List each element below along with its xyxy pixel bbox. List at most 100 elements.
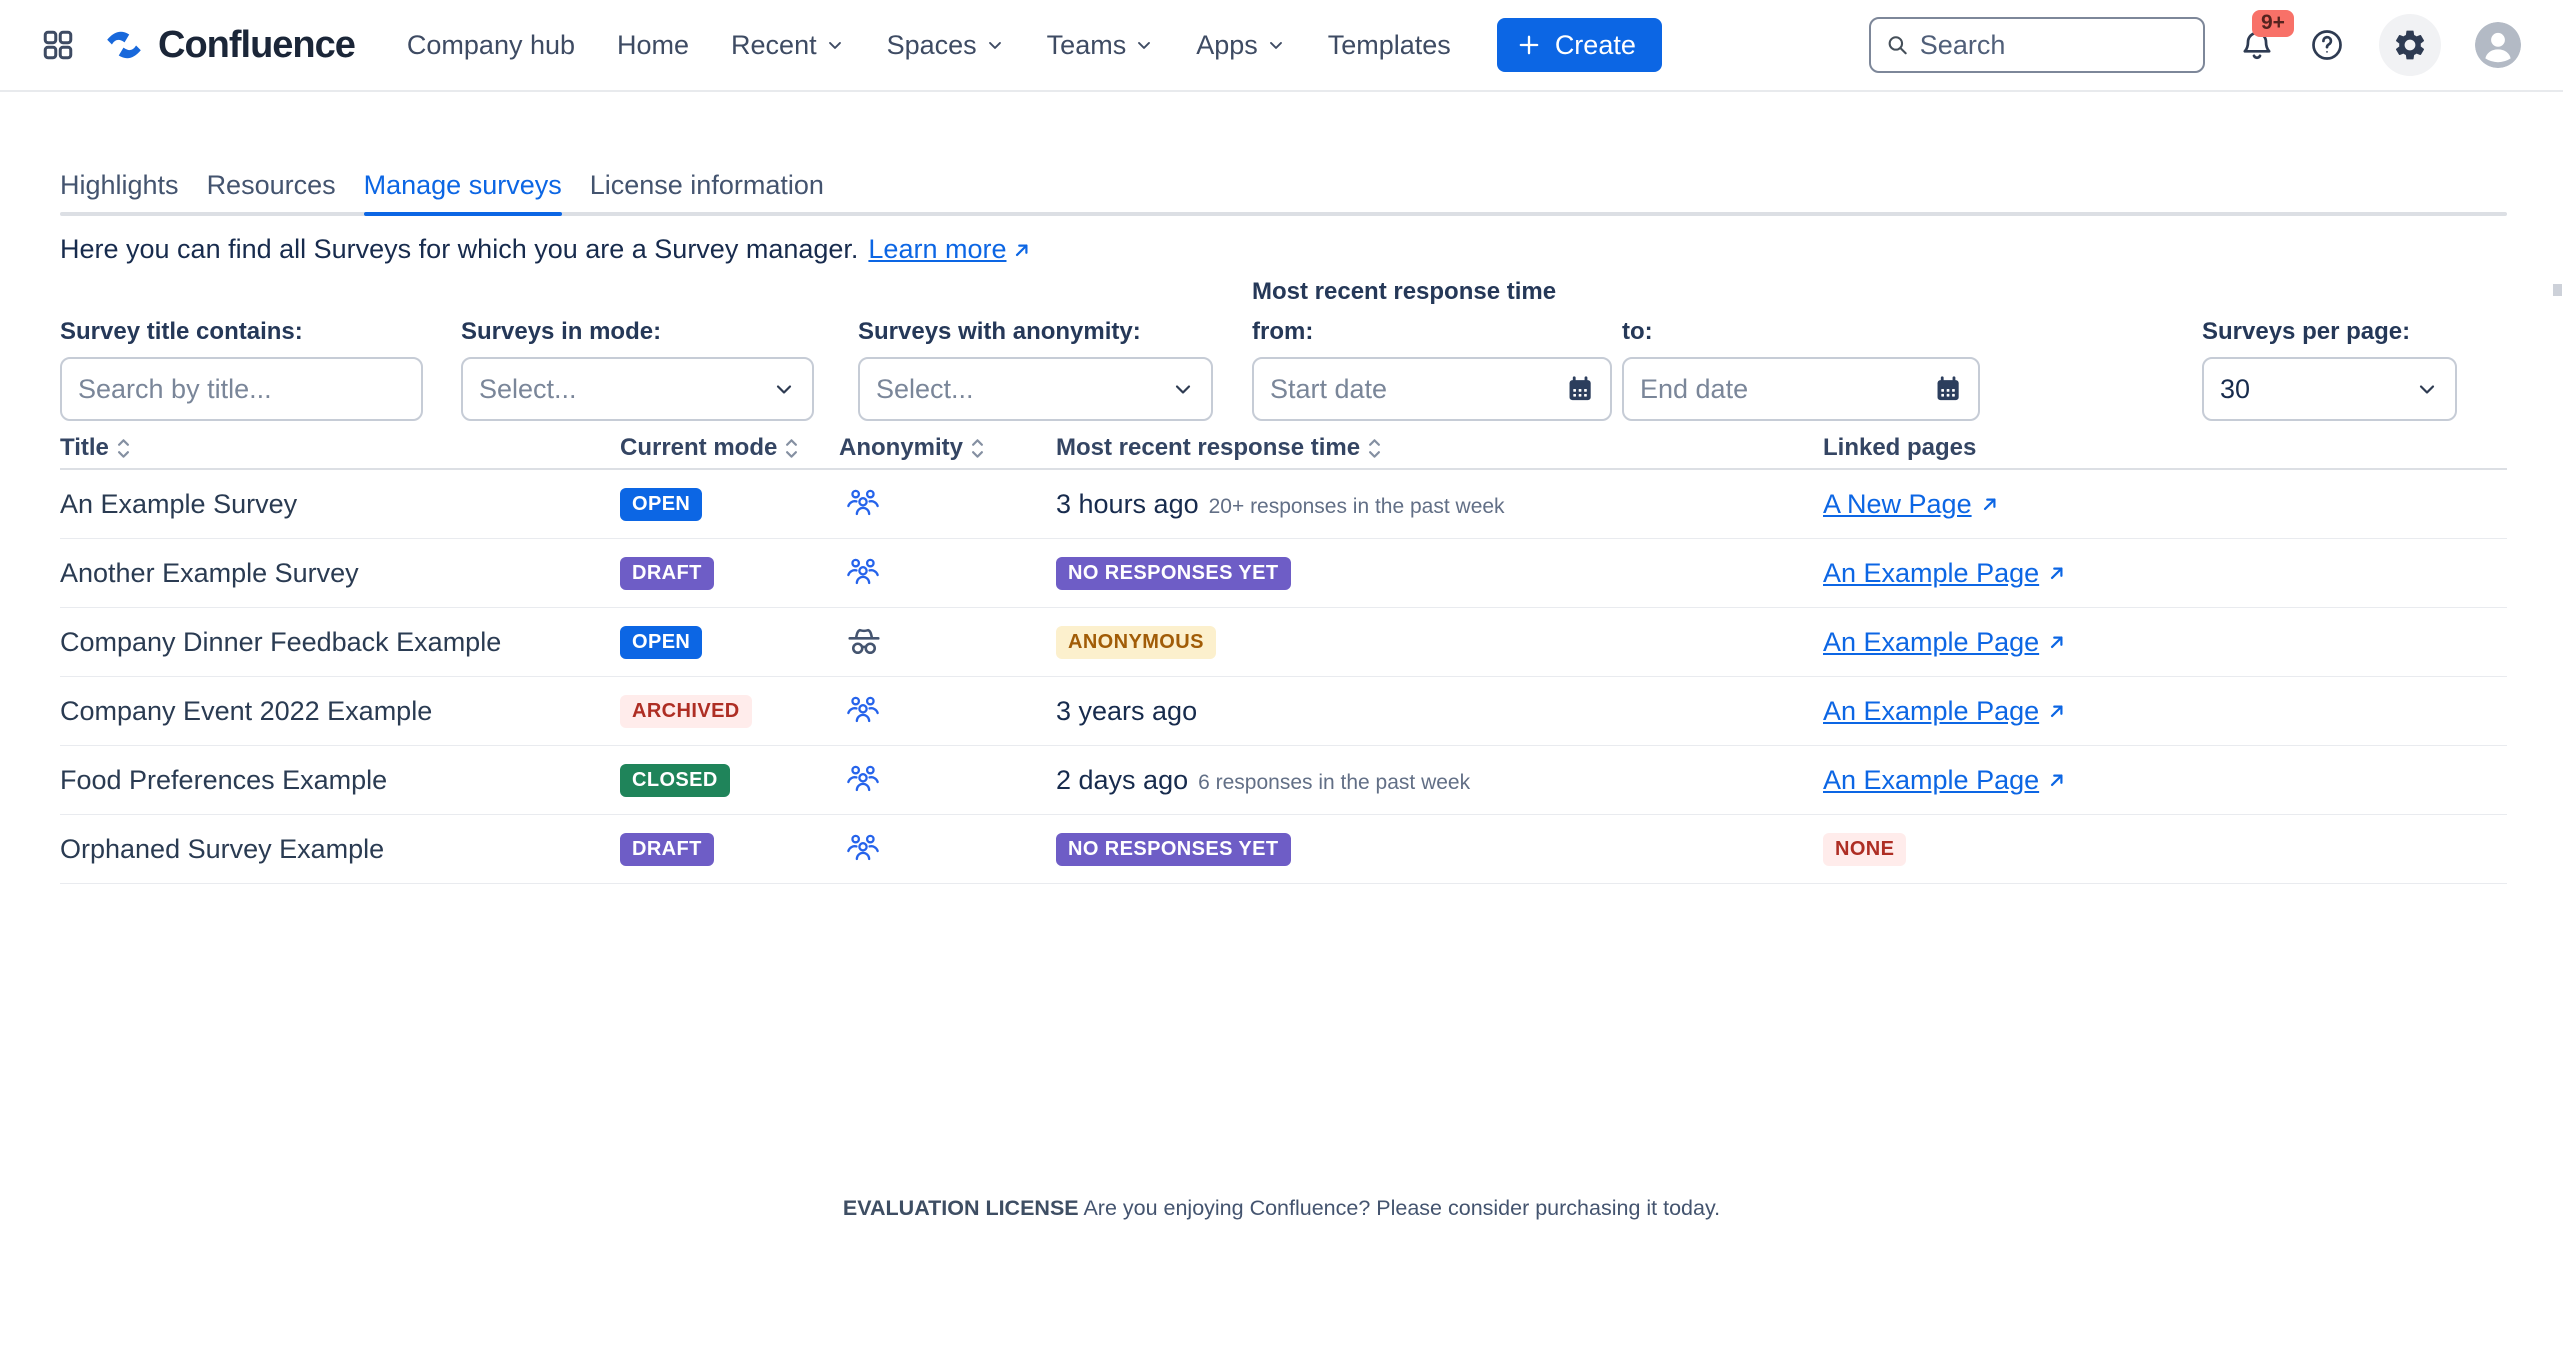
- app-grid-icon: [40, 27, 76, 63]
- linked-pages-cell: NONE: [1823, 833, 2507, 866]
- column-header-label: Title: [60, 434, 109, 462]
- people-icon: [845, 693, 881, 729]
- user-avatar[interactable]: [2475, 22, 2521, 68]
- nav-item-home[interactable]: Home: [617, 30, 689, 61]
- tab-license-information[interactable]: License information: [590, 166, 824, 208]
- response-time-cell: 2 days ago6 responses in the past week: [1056, 765, 1823, 796]
- start-date-input[interactable]: [1270, 374, 1556, 405]
- response-time-cell: NO RESPONSES YET: [1056, 557, 1823, 590]
- anonymity-select-value: Select...: [876, 374, 1161, 405]
- external-link-icon: [2046, 769, 2068, 791]
- end-date-input[interactable]: [1640, 374, 1924, 405]
- nav-item-label: Teams: [1047, 30, 1127, 61]
- response-time-sub: 20+ responses in the past week: [1209, 495, 1505, 519]
- survey-title: Orphaned Survey Example: [60, 834, 620, 865]
- tab-resources[interactable]: Resources: [207, 166, 336, 208]
- anonymity-cell: [839, 486, 1056, 522]
- tab-highlights[interactable]: Highlights: [60, 166, 179, 208]
- confluence-page: Confluence Company hub Home Recent Spaces Te…: [0, 0, 2563, 1352]
- linked-pages-cell: An Example Page: [1823, 558, 2507, 589]
- survey-title: Company Dinner Feedback Example: [60, 627, 620, 658]
- per-page-select[interactable]: 30: [2202, 357, 2457, 421]
- intro-sentence: Here you can find all Surveys for which …: [60, 234, 858, 265]
- response-time-cell: 3 years ago: [1056, 696, 1823, 727]
- column-header-current-mode[interactable]: Current mode: [620, 434, 839, 462]
- column-header-label: Linked pages: [1823, 434, 1976, 462]
- table-row: Company Event 2022 ExampleARCHIVED3 year…: [60, 677, 2507, 746]
- response-time-main: 3 years ago: [1056, 696, 1197, 727]
- linked-page-link[interactable]: An Example Page: [1823, 627, 2068, 658]
- help-button[interactable]: [2309, 27, 2345, 63]
- title-search-input[interactable]: [78, 374, 405, 405]
- response-badge: ANONYMOUS: [1056, 626, 1216, 659]
- nav-item-templates[interactable]: Templates: [1328, 30, 1451, 61]
- column-header-title[interactable]: Title: [60, 434, 620, 462]
- learn-more-link[interactable]: Learn more: [868, 234, 1033, 265]
- survey-title: Food Preferences Example: [60, 765, 620, 796]
- nav-item-teams[interactable]: Teams: [1047, 30, 1155, 61]
- column-header-anonymity[interactable]: Anonymity: [839, 434, 1056, 462]
- nav-item-recent[interactable]: Recent: [731, 30, 845, 61]
- create-button[interactable]: Create: [1497, 18, 1662, 72]
- response-time-main: 3 hours ago: [1056, 489, 1199, 520]
- table-row: An Example SurveyOPEN3 hours ago20+ resp…: [60, 470, 2507, 539]
- mode-select-value: Select...: [479, 374, 762, 405]
- global-search: [1869, 17, 2205, 73]
- settings-button[interactable]: [2379, 14, 2441, 76]
- nav-item-label: Home: [617, 30, 689, 61]
- app-switcher-button[interactable]: [40, 27, 76, 63]
- start-date-field[interactable]: [1252, 357, 1612, 421]
- people-icon: [845, 762, 881, 798]
- filters-bar: Most recent response time Survey title c…: [60, 278, 2507, 423]
- linked-page-link[interactable]: A New Page: [1823, 489, 2001, 520]
- learn-more-label: Learn more: [868, 234, 1006, 265]
- confluence-logo[interactable]: Confluence: [102, 24, 355, 67]
- linked-page-link[interactable]: An Example Page: [1823, 765, 2068, 796]
- filter-title: Survey title contains:: [60, 318, 423, 421]
- nav-item-label: Recent: [731, 30, 817, 61]
- topbar-right-cluster: 9+: [1869, 14, 2521, 76]
- nav-item-company-hub[interactable]: Company hub: [407, 30, 575, 61]
- people-icon: [845, 486, 881, 522]
- survey-title: Company Event 2022 Example: [60, 696, 620, 727]
- end-date-field[interactable]: [1622, 357, 1980, 421]
- search-input[interactable]: [1920, 30, 2189, 61]
- linked-pages-cell: An Example Page: [1823, 696, 2507, 727]
- nav-item-spaces[interactable]: Spaces: [887, 30, 1005, 61]
- filter-mode-label: Surveys in mode:: [461, 318, 814, 346]
- people-icon: [845, 831, 881, 867]
- linked-page-label: A New Page: [1823, 489, 1972, 520]
- mode-badge: DRAFT: [620, 557, 714, 590]
- response-time-sub: 6 responses in the past week: [1198, 771, 1470, 795]
- response-time-group-label: Most recent response time: [1252, 278, 1556, 306]
- section-tabs: Highlights Resources Manage surveys License…: [60, 166, 824, 208]
- linked-page-link[interactable]: An Example Page: [1823, 558, 2068, 589]
- column-header-linked-pages: Linked pages: [1823, 434, 2507, 462]
- gear-icon: [2392, 27, 2428, 63]
- linked-page-link[interactable]: An Example Page: [1823, 696, 2068, 727]
- sort-icon: [784, 436, 799, 461]
- license-footer: EVALUATION LICENSE Are you enjoying Conf…: [0, 1196, 2563, 1221]
- mode-badge: OPEN: [620, 626, 702, 659]
- linked-pages-cell: A New Page: [1823, 489, 2507, 520]
- product-wordmark: Confluence: [158, 24, 355, 67]
- tab-manage-surveys[interactable]: Manage surveys: [364, 166, 562, 208]
- current-mode-cell: DRAFT: [620, 557, 839, 590]
- anonymity-select[interactable]: Select...: [858, 357, 1213, 421]
- top-navigation-bar: Confluence Company hub Home Recent Spaces Te…: [0, 0, 2563, 92]
- nav-item-apps[interactable]: Apps: [1196, 30, 1286, 61]
- column-header-most-recent-response-time[interactable]: Most recent response time: [1056, 434, 1823, 462]
- avatar-icon: [2475, 22, 2521, 68]
- sort-icon: [1367, 436, 1382, 461]
- survey-title: An Example Survey: [60, 489, 620, 520]
- anonymity-cell: [839, 762, 1056, 798]
- chevron-down-icon: [985, 35, 1005, 55]
- chevron-down-icon: [772, 377, 796, 401]
- mode-select[interactable]: Select...: [461, 357, 814, 421]
- column-header-label: Anonymity: [839, 434, 963, 462]
- external-link-icon: [2046, 631, 2068, 653]
- chevron-down-icon: [2415, 377, 2439, 401]
- filter-from-date: from:: [1252, 318, 1612, 421]
- response-time-cell: ANONYMOUS: [1056, 626, 1823, 659]
- notifications-button[interactable]: 9+: [2239, 27, 2275, 63]
